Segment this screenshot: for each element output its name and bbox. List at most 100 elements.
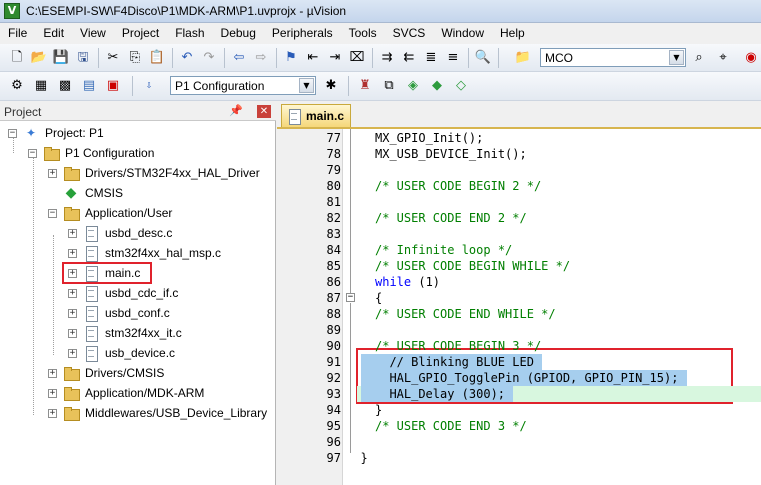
menu-svcs[interactable]: SVCS [385, 23, 434, 43]
stop-build-icon[interactable]: ▣ [104, 77, 122, 95]
expand-icon[interactable]: + [48, 168, 57, 178]
tab-main-c[interactable]: main.c [281, 104, 351, 127]
debug-session-icon[interactable]: ◉ [742, 49, 760, 67]
code-editor[interactable]: 77 MX_GPIO_Init(); 78 MX_USB_DEVICE_Init();… [277, 127, 761, 485]
indent-icon[interactable]: ⇉ [378, 49, 396, 67]
undo-icon[interactable]: ↶ [178, 49, 196, 67]
menu-edit[interactable]: Edit [35, 23, 72, 43]
tree-node-drivers-cmsis[interactable]: + Drivers/CMSIS [48, 364, 164, 382]
tree-node-drivers-stm32f4xx-hal-driver[interactable]: + Drivers/STM32F4xx_HAL_Driver [48, 164, 260, 182]
navigate-forward-icon[interactable]: ⇨ [252, 49, 270, 67]
project-pane-title: Project [4, 105, 42, 119]
expand-icon[interactable]: + [48, 408, 57, 418]
tree-node-stm32f4xx-it-c[interactable]: + stm32f4xx_it.c [68, 324, 182, 342]
rebuild-icon[interactable]: ▩ [56, 77, 74, 95]
line-number: 85 [326, 259, 341, 273]
tree-node-usbd-conf-c[interactable]: + usbd_conf.c [68, 304, 170, 322]
pin-icon[interactable]: 📌 [229, 104, 243, 117]
incremental-find-icon[interactable]: ⌖ [714, 49, 732, 67]
fold-guide [350, 303, 351, 453]
copy-icon[interactable]: ⎘ [126, 49, 144, 67]
bookmark-icon[interactable]: ⚑ [282, 49, 300, 67]
tree-node-usbd-cdc-if-c[interactable]: + usbd_cdc_if.c [68, 284, 178, 302]
batch-build-icon[interactable]: ▤ [80, 77, 98, 95]
tree-node-label: CMSIS [85, 186, 124, 200]
comment-icon[interactable]: ≣ [422, 49, 440, 67]
build-icon[interactable]: ▦ [32, 77, 50, 95]
uncomment-icon[interactable]: ≡ [444, 49, 462, 67]
redo-icon[interactable]: ↷ [200, 49, 218, 67]
component-icon[interactable]: ◇ [452, 77, 470, 95]
navigate-back-icon[interactable]: ⇦ [230, 49, 248, 67]
chevron-down-icon[interactable]: ▼ [299, 78, 314, 93]
expand-icon[interactable]: + [68, 228, 77, 238]
find-folder-icon[interactable]: 📁 [514, 49, 532, 67]
close-icon[interactable]: ✕ [257, 105, 271, 118]
paste-icon[interactable]: 📋 [148, 49, 166, 67]
expand-icon[interactable]: + [68, 268, 77, 278]
expand-icon[interactable]: + [68, 348, 77, 358]
code-text: while (1) [375, 275, 441, 289]
manage-rte-icon[interactable]: ◈ [404, 77, 422, 95]
collapse-icon[interactable]: − [28, 148, 37, 158]
code-text: } [360, 451, 368, 465]
expand-icon[interactable]: + [68, 248, 77, 258]
tree-node-usb-device-c[interactable]: + usb_device.c [68, 344, 175, 362]
prev-bookmark-icon[interactable]: ⇤ [304, 49, 322, 67]
tree-node-application-mdk-arm[interactable]: + Application/MDK-ARM [48, 384, 204, 402]
uvision-app-icon[interactable]: V [4, 3, 20, 19]
save-all-icon[interactable]: 🖫 [74, 49, 92, 67]
new-file-icon[interactable]: 🗋 [8, 49, 26, 67]
menu-bar: File Edit View Project Flash Debug Peripherals… [0, 23, 761, 43]
target-options-icon[interactable]: ✱ [322, 77, 340, 95]
collapse-icon[interactable]: − [48, 208, 57, 218]
collapse-icon[interactable]: − [8, 128, 17, 138]
line-number: 84 [326, 243, 341, 257]
tree-node-stm32f4xx-hal-msp-c[interactable]: + stm32f4xx_hal_msp.c [68, 244, 221, 262]
cut-icon[interactable]: ✂ [104, 49, 122, 67]
menu-file[interactable]: File [0, 23, 35, 43]
expand-icon[interactable]: + [68, 328, 77, 338]
expand-icon[interactable]: + [48, 388, 57, 398]
fold-collapse-icon[interactable]: − [346, 293, 355, 302]
find-icon[interactable]: ⌕ [690, 49, 708, 67]
manage-project-items-icon[interactable]: ♜ [356, 77, 374, 95]
code-text: HAL_GPIO_TogglePin (GPIOD, GPIO_PIN_15); [389, 371, 679, 385]
line-number: 81 [326, 195, 341, 209]
tree-node-p1-configuration[interactable]: − P1 Configuration [28, 144, 154, 162]
tree-node-usbd-desc-c[interactable]: + usbd_desc.c [68, 224, 172, 242]
menu-project[interactable]: Project [114, 23, 167, 43]
menu-flash[interactable]: Flash [167, 23, 212, 43]
menu-tools[interactable]: Tools [341, 23, 385, 43]
code-text: /* USER CODE BEGIN 3 */ [375, 339, 542, 353]
menu-window[interactable]: Window [433, 23, 492, 43]
tree-node-label: Middlewares/USB_Device_Library [85, 406, 268, 420]
chevron-down-icon[interactable]: ▼ [669, 50, 684, 65]
tree-node-cmsis[interactable]: ◆ CMSIS [48, 184, 123, 202]
menu-view[interactable]: View [72, 23, 114, 43]
menu-help[interactable]: Help [492, 23, 533, 43]
search-combo[interactable]: MCO ▼ [540, 48, 686, 67]
save-icon[interactable]: 💾 [52, 49, 70, 67]
target-select[interactable]: P1 Configuration ▼ [170, 76, 316, 95]
pack-installer-icon[interactable]: ◆ [428, 77, 446, 95]
select-packs-icon[interactable]: ⧉ [380, 77, 398, 95]
expand-icon[interactable]: + [68, 288, 77, 298]
tree-node-middlewares-usb-device-library[interactable]: + Middlewares/USB_Device_Library [48, 404, 267, 422]
code-text: /* USER CODE END 2 */ [375, 211, 527, 225]
load-icon[interactable]: ⇩ [140, 77, 158, 95]
menu-peripherals[interactable]: Peripherals [264, 23, 341, 43]
find-in-files-icon[interactable]: 🔍 [474, 49, 492, 67]
expand-icon[interactable]: + [48, 368, 57, 378]
tree-node-application-user[interactable]: − Application/User [48, 204, 172, 222]
tree-node-main-c[interactable]: + main.c [68, 264, 140, 282]
open-file-icon[interactable]: 📂 [30, 49, 48, 67]
build-toolbar: ⚙ ▦ ▩ ▤ ▣ ⇩ P1 Configuration ▼ ✱ ♜ ⧉ ◈ ◆… [0, 72, 761, 101]
expand-icon[interactable]: + [68, 308, 77, 318]
translate-icon[interactable]: ⚙ [8, 77, 26, 95]
unindent-icon[interactable]: ⇇ [400, 49, 418, 67]
clear-bookmarks-icon[interactable]: ⌧ [348, 49, 366, 67]
next-bookmark-icon[interactable]: ⇥ [326, 49, 344, 67]
menu-debug[interactable]: Debug [213, 23, 264, 43]
tree-node-project-p1[interactable]: − ✦ Project: P1 [8, 124, 104, 142]
